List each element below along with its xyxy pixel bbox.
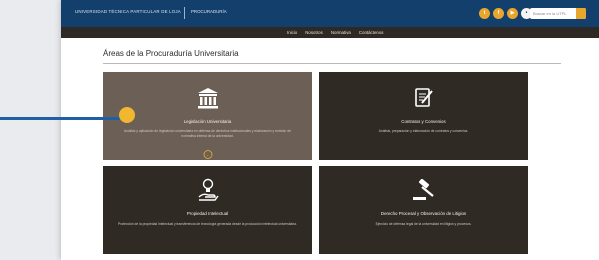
- search-button[interactable]: [576, 8, 586, 19]
- card-title: Legislación Universitaria: [183, 119, 232, 124]
- card-title: Derecho Procesal y Observación de Litigi…: [380, 211, 467, 216]
- nav-item-nosotros[interactable]: Nosotros: [305, 30, 323, 35]
- lightbulb-hand-icon: [198, 178, 219, 201]
- building-columns-icon: [197, 88, 218, 109]
- search-placeholder: Buscar en la UTPL: [533, 11, 567, 16]
- social-icons: t f ▶ •: [479, 8, 532, 19]
- callout-pointer-line: [0, 117, 127, 120]
- card-title: Propiedad Intelectual: [186, 211, 229, 216]
- area-card-contratos[interactable]: Contratos y Convenios Análisis, preparac…: [319, 72, 528, 160]
- document-edit-icon: [414, 88, 433, 107]
- nav-item-normativa[interactable]: Normativa: [331, 30, 351, 35]
- area-card-derecho-procesal[interactable]: Derecho Procesal y Observación de Litigi…: [319, 166, 528, 254]
- youtube-icon[interactable]: ▶: [507, 8, 518, 19]
- card-title: Contratos y Convenios: [401, 119, 446, 124]
- twitter-icon[interactable]: t: [479, 8, 490, 19]
- gavel-icon: [412, 179, 434, 200]
- browser-screen: UNIVERSIDAD TÉCNICA PARTICULAR DE LOJA P…: [61, 0, 599, 260]
- card-description: Análisis, preparación y elaboración de c…: [378, 129, 469, 133]
- brand-divider: [184, 7, 185, 19]
- chevron-down-icon[interactable]: ⌄: [203, 150, 212, 159]
- card-description: Ejercicio de defensa legal de la univers…: [375, 222, 472, 226]
- unit-name[interactable]: PROCURADURÍA: [191, 9, 227, 14]
- nav-item-inicio[interactable]: Inicio: [287, 30, 297, 35]
- search-input[interactable]: Buscar en la UTPL: [530, 8, 586, 19]
- facebook-icon[interactable]: f: [493, 8, 504, 19]
- title-divider: [103, 63, 561, 64]
- nav-item-contactenos[interactable]: Contáctenos: [359, 30, 384, 35]
- card-description: Protección de la propiedad intelectual y…: [118, 222, 297, 226]
- area-card-propiedad[interactable]: Propiedad Intelectual Protección de la p…: [103, 166, 312, 254]
- callout-pointer-dot: [119, 107, 135, 123]
- university-brand[interactable]: UNIVERSIDAD TÉCNICA PARTICULAR DE LOJA: [75, 9, 181, 14]
- card-description: Análisis y aplicación de legislación uni…: [124, 129, 291, 138]
- top-header-bar: UNIVERSIDAD TÉCNICA PARTICULAR DE LOJA P…: [61, 0, 599, 27]
- main-nav: Inicio Nosotros Normativa Contáctenos: [61, 27, 599, 38]
- page-title: Áreas de la Procuraduría Universitaria: [103, 49, 239, 58]
